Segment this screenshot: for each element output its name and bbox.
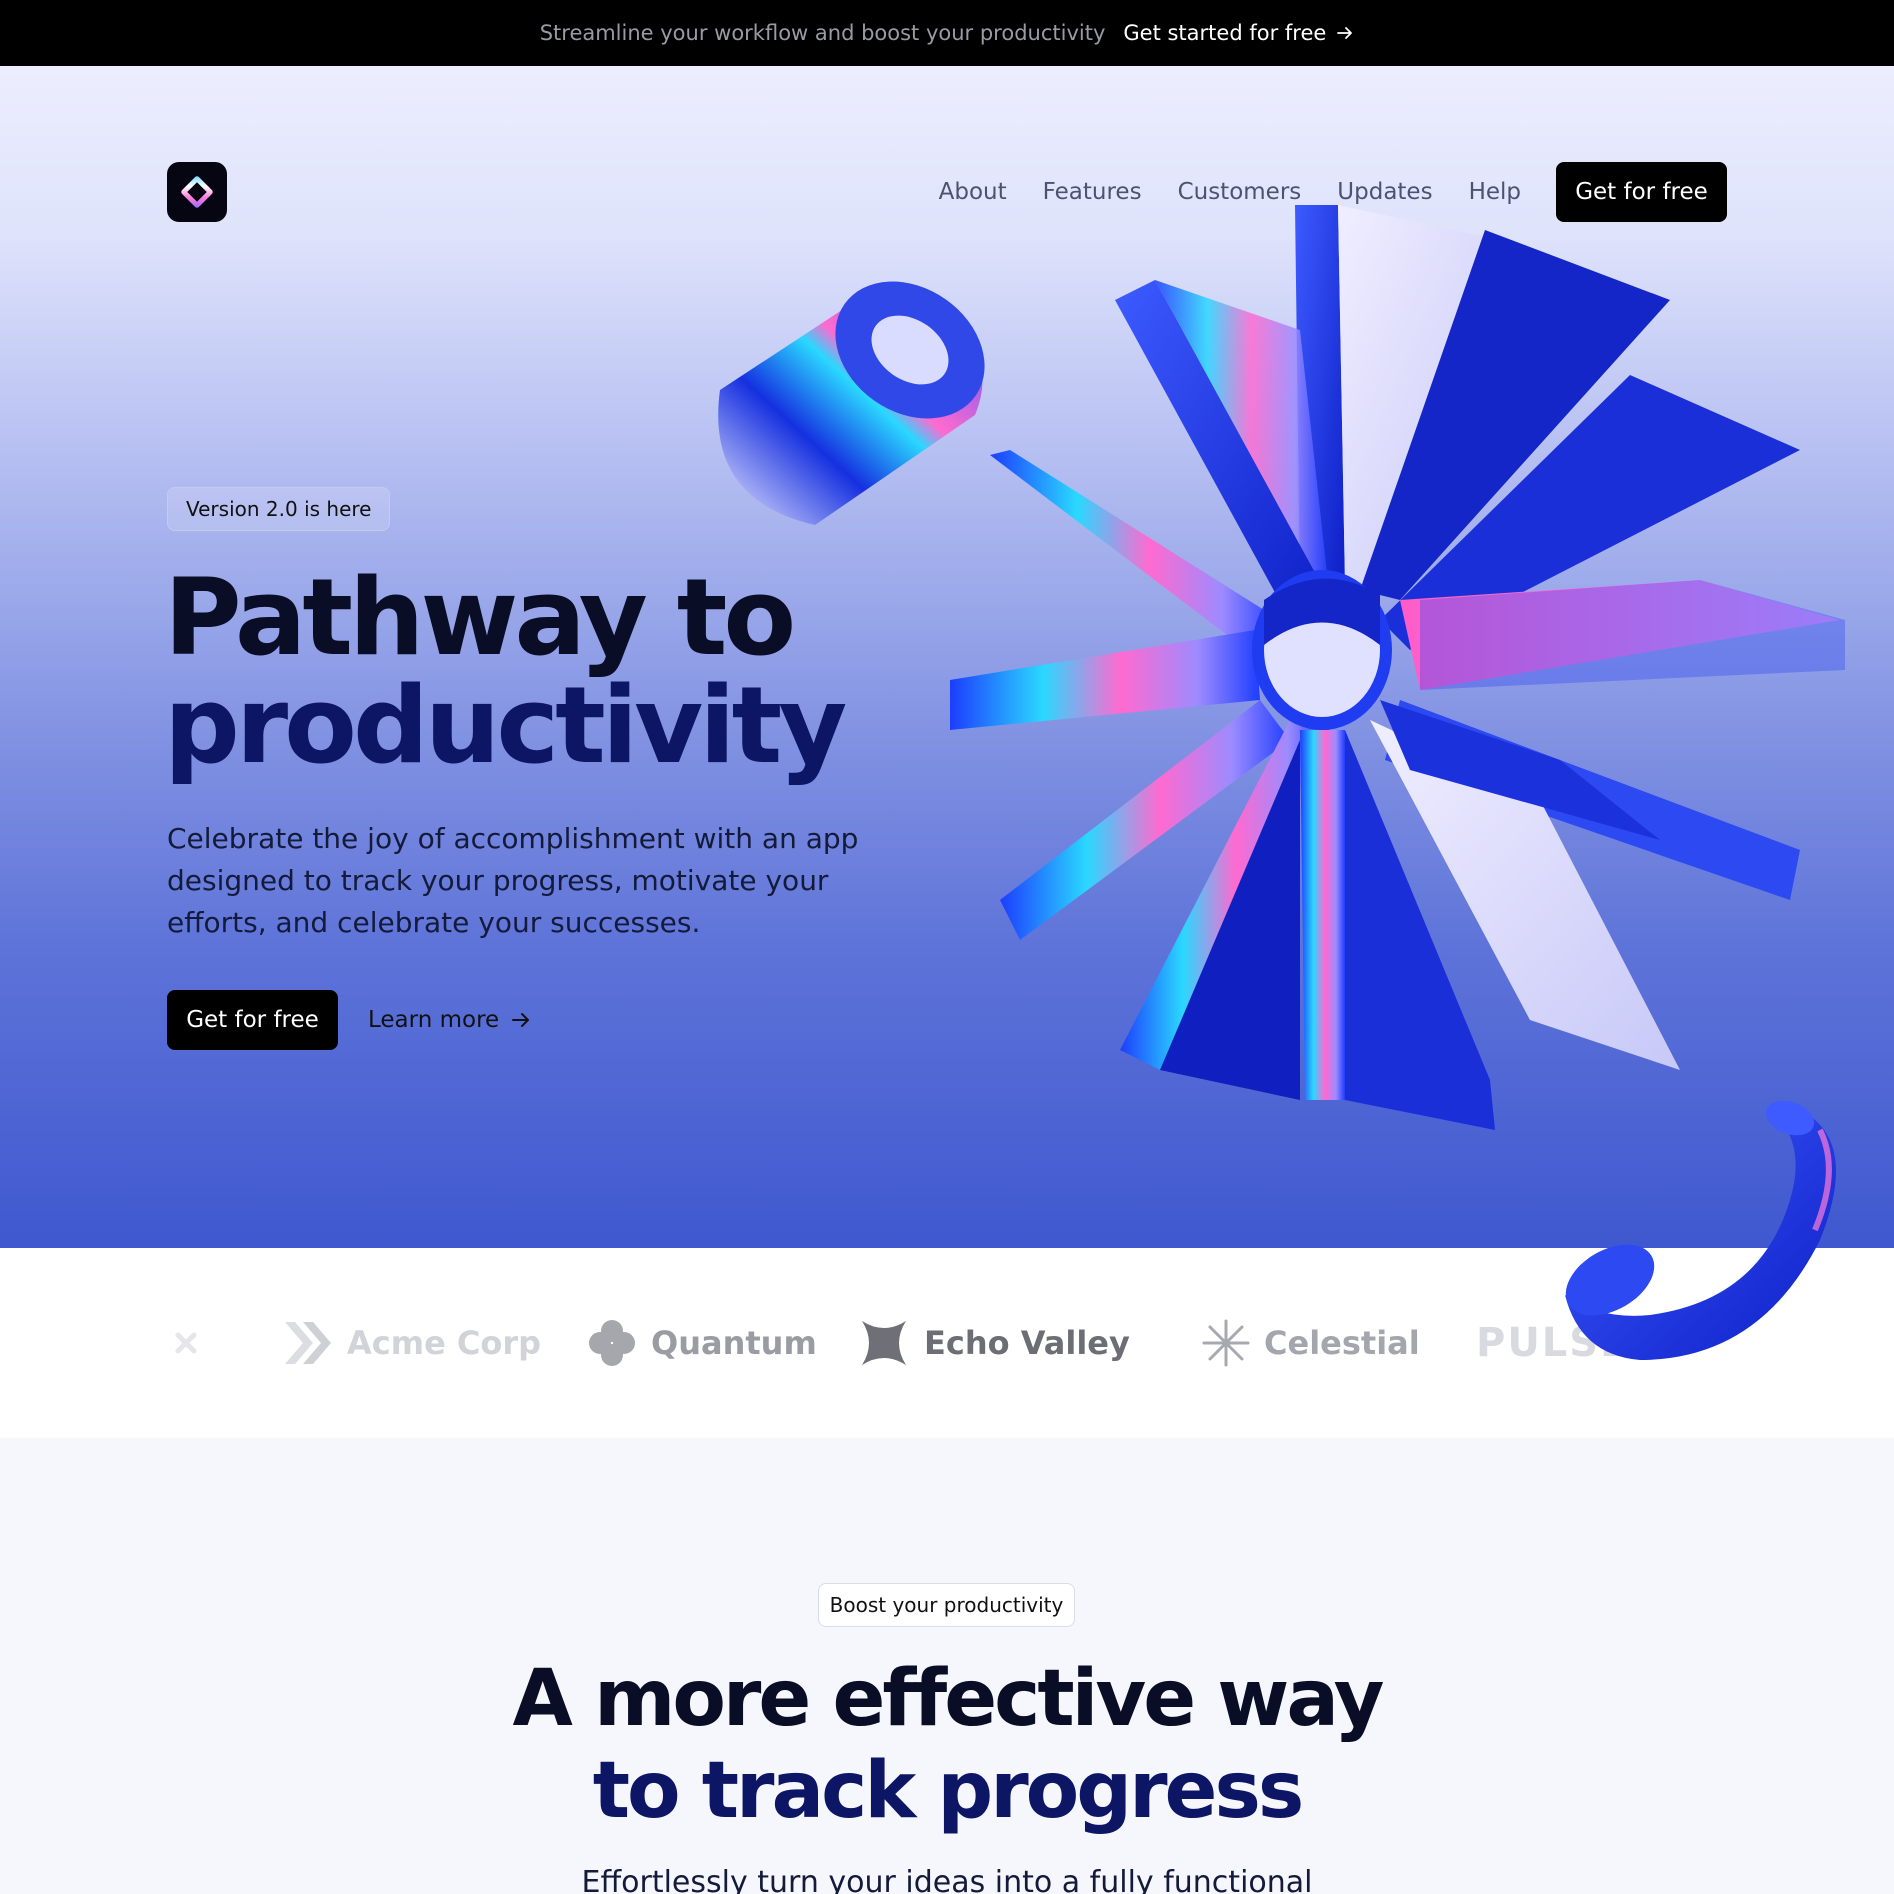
logo-acme-corp-label: Acme Corp	[347, 1324, 542, 1362]
x-mark-icon	[862, 1321, 906, 1365]
arrow-right-icon	[1337, 27, 1353, 39]
logo-quantum-label: Quantum	[651, 1324, 817, 1362]
logo-pulse-label: PULSE	[1476, 1320, 1630, 1366]
features-section: Boost your productivity A more effective…	[0, 1438, 1894, 1894]
nav-link-about[interactable]: About	[939, 179, 1007, 205]
double-chevron-icon	[285, 1322, 331, 1364]
hero-description: Celebrate the joy of accomplishment with…	[167, 822, 859, 939]
logo-echo-valley: Echo Valley	[858, 1248, 1130, 1438]
diamond-logo-icon	[180, 175, 214, 209]
top-nav: About Features Customers Updates Help Ge…	[167, 162, 1727, 222]
nav-link-features[interactable]: Features	[1043, 179, 1142, 205]
hero-get-for-free-button[interactable]: Get for free	[167, 990, 338, 1050]
logo-cloud: Acme Corp Quantum Echo Valley Celestial …	[0, 1248, 1894, 1438]
arrow-right-icon	[512, 1013, 530, 1027]
announcement-bar: Streamline your workflow and boost your …	[0, 0, 1894, 66]
features-title-line1: A more effective way	[512, 1654, 1385, 1744]
asterisk-icon	[1202, 1319, 1250, 1367]
nav-link-updates[interactable]: Updates	[1337, 179, 1432, 205]
x-mark-icon	[175, 1332, 197, 1354]
features-badge: Boost your productivity	[818, 1583, 1075, 1627]
logo-quantum: Quantum	[587, 1248, 817, 1438]
version-badge: Version 2.0 is here	[167, 487, 391, 531]
logo-pulse: PULSE	[1476, 1248, 1629, 1438]
brand-logo[interactable]	[167, 162, 227, 222]
announcement-cta-link[interactable]: Get started for free	[1123, 21, 1354, 45]
hero-section: About Features Customers Updates Help Ge…	[0, 66, 1894, 1248]
hero-title-line2: productivity	[164, 664, 847, 787]
announcement-message: Streamline your workflow and boost your …	[539, 21, 1106, 45]
logo-celestial-label: Celestial	[1264, 1324, 1420, 1362]
learn-more-label: Learn more	[368, 1007, 500, 1033]
logo-celestial: Celestial	[1202, 1248, 1420, 1438]
learn-more-link[interactable]: Learn more	[368, 990, 531, 1050]
nav-link-help[interactable]: Help	[1469, 179, 1521, 205]
features-subtitle: Effortlessly turn your ideas into a full…	[581, 1865, 1313, 1894]
announcement-cta-label: Get started for free	[1123, 21, 1327, 45]
nav-link-customers[interactable]: Customers	[1178, 179, 1302, 205]
hero-title-line1: Pathway to	[164, 556, 796, 679]
clover-icon	[589, 1320, 635, 1366]
logo-acme-corp: Acme Corp	[283, 1248, 541, 1438]
partial-logo	[172, 1248, 200, 1438]
logo-echo-valley-label: Echo Valley	[924, 1324, 1130, 1362]
nav-get-for-free-button[interactable]: Get for free	[1556, 162, 1727, 222]
hero-title: Pathway to productivity	[164, 556, 847, 787]
nav-links: About Features Customers Updates Help	[939, 162, 1521, 222]
features-title: A more effective way to track progress	[0, 1653, 1894, 1837]
features-title-line2: to track progress	[592, 1746, 1305, 1836]
